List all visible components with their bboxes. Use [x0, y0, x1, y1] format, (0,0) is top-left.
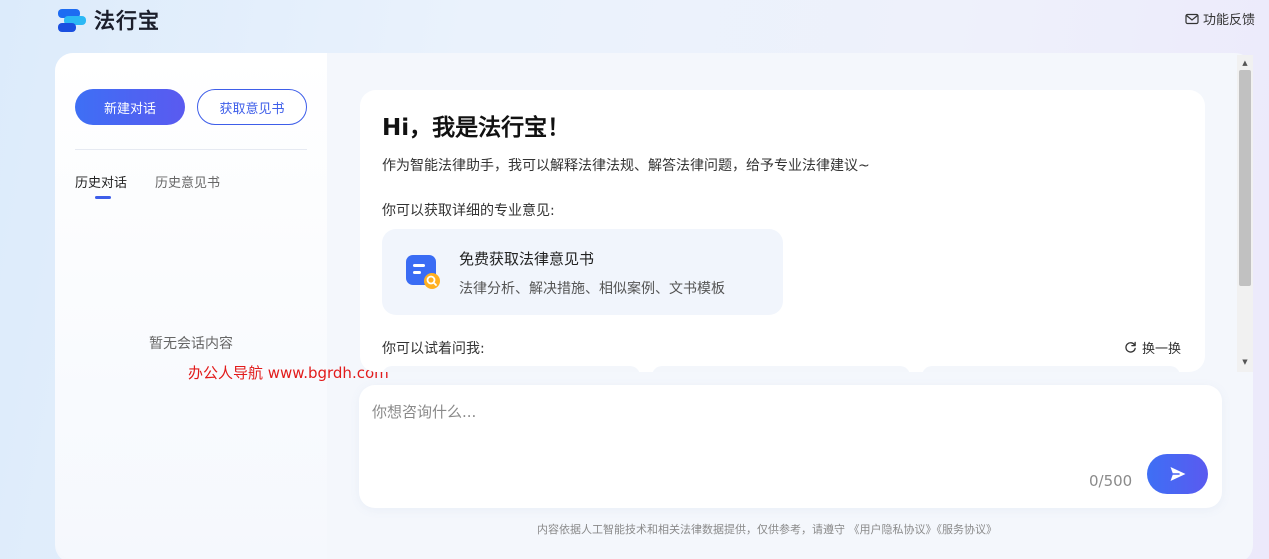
disclaimer-text: 内容依据人工智能技术和相关法律数据提供，仅供参考，请遵守: [537, 523, 845, 536]
watermark-text: 办公人导航 www.bgrdh.com: [188, 364, 389, 382]
mail-icon: [1185, 13, 1199, 24]
welcome-card: Hi，我是法行宝！ 作为智能法律助手，我可以解释法律法规、解答法律问题，给予专业…: [360, 90, 1205, 372]
welcome-title: Hi，我是法行宝！: [382, 115, 571, 141]
sidebar: 新建对话 获取意见书 历史对话 历史意见书 暂无会话内容: [55, 53, 327, 559]
privacy-agreement-link[interactable]: 《用户隐私协议》: [849, 523, 937, 536]
refresh-label: 换一换: [1141, 342, 1181, 357]
send-button[interactable]: [1147, 454, 1208, 494]
logo-icon: [58, 9, 86, 32]
get-opinion-button[interactable]: 获取意见书: [197, 89, 307, 125]
empty-history-text: 暂无会话内容: [149, 336, 233, 352]
feedback-label: 功能反馈: [1202, 13, 1255, 28]
service-agreement-link[interactable]: 《服务协议》: [937, 523, 998, 536]
feedback-link[interactable]: 功能反馈: [1185, 9, 1255, 28]
scrollbar-thumb[interactable]: [1239, 70, 1251, 286]
free-opinion-title: 免费获取法律意见书: [459, 250, 595, 268]
refresh-suggestions-button[interactable]: 换一换: [1124, 338, 1181, 357]
suggestion-card[interactable]: [652, 366, 910, 372]
tab-history-chats[interactable]: 历史对话: [75, 172, 127, 191]
tab-history-opinions[interactable]: 历史意见书: [155, 172, 220, 191]
suggestion-card[interactable]: [382, 366, 640, 372]
free-opinion-description: 法律分析、解决措施、相似案例、文书模板: [459, 281, 725, 297]
character-counter: 0/500: [1089, 472, 1133, 490]
suggestions-label: 你可以试着问我:: [382, 341, 485, 357]
opinion-section-label: 你可以获取详细的专业意见:: [382, 203, 555, 219]
chat-input[interactable]: [372, 400, 1072, 424]
app-name: 法行宝: [94, 9, 160, 33]
active-tab-indicator: [95, 196, 111, 199]
scroll-down-arrow-icon[interactable]: ▼: [1237, 356, 1253, 368]
welcome-intro: 作为智能法律助手，我可以解释法律法规、解答法律问题，给予专业法律建议~: [382, 158, 870, 174]
scroll-up-arrow-icon[interactable]: ▲: [1237, 57, 1253, 69]
refresh-icon: [1125, 341, 1136, 353]
suggestion-card[interactable]: [922, 366, 1180, 372]
document-search-icon: [406, 255, 440, 289]
free-opinion-card[interactable]: 免费获取法律意见书 法律分析、解决措施、相似案例、文书模板: [382, 229, 783, 315]
send-icon: [1170, 467, 1185, 481]
chat-input-card: 0/500: [359, 385, 1222, 508]
sidebar-divider: [75, 149, 307, 150]
footer-disclaimer: 内容依据人工智能技术和相关法律数据提供，仅供参考，请遵守 《用户隐私协议》《服务…: [537, 521, 997, 537]
app-logo[interactable]: 法行宝: [56, 5, 160, 35]
new-chat-button[interactable]: 新建对话: [75, 89, 185, 125]
